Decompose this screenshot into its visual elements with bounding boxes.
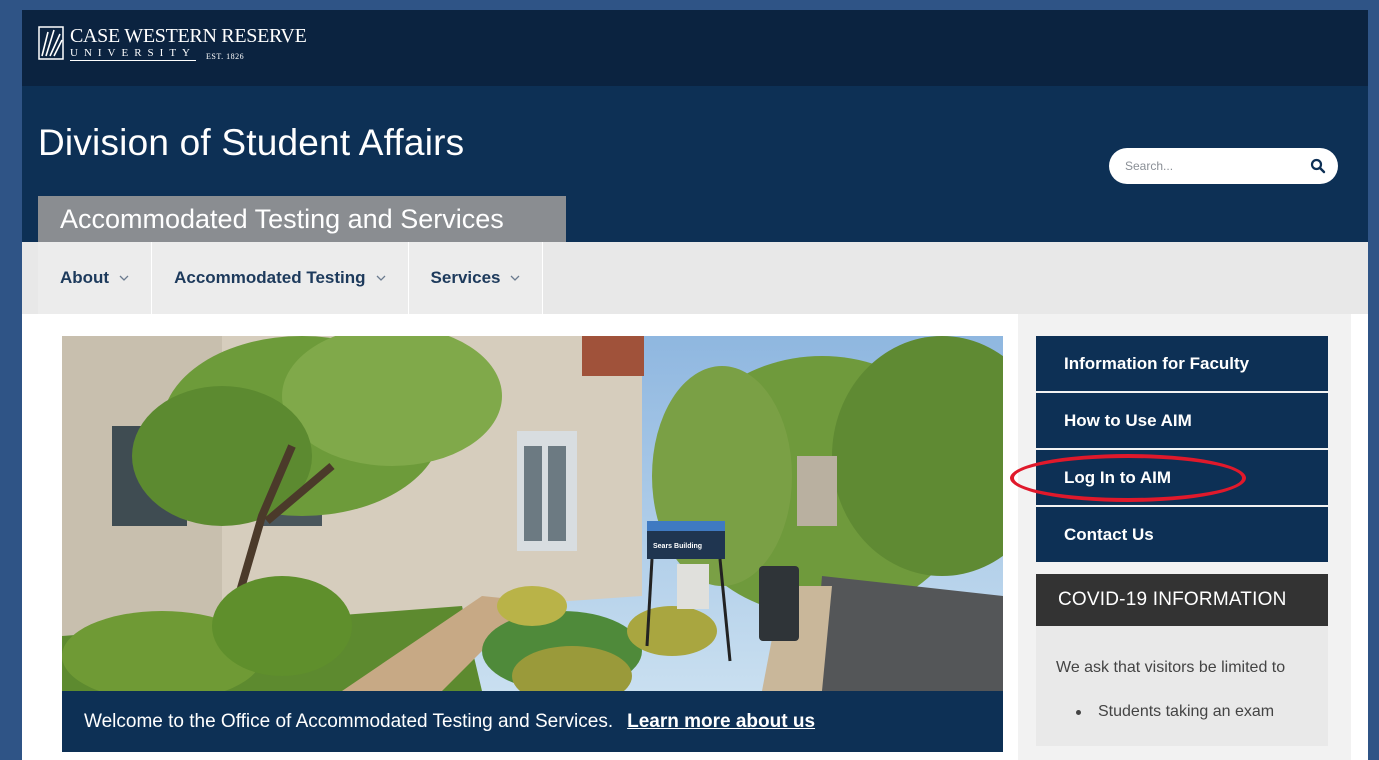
nav-item-services[interactable]: Services	[409, 242, 544, 314]
sidebar-item-label: How to Use AIM	[1064, 410, 1192, 430]
covid-list: Students taking an exam	[1056, 698, 1308, 726]
nav-item-accommodated-testing[interactable]: Accommodated Testing	[152, 242, 409, 314]
university-logo-bar: CASE WESTERN RESERVE UNIVERSITY EST. 182…	[22, 10, 1368, 86]
department-title[interactable]: Accommodated Testing and Services	[38, 196, 566, 242]
covid-info-panel: COVID-19 INFORMATION We ask that visitor…	[1036, 574, 1328, 746]
chevron-down-icon	[119, 275, 129, 281]
covid-intro: We ask that visitors be limited to	[1056, 659, 1286, 676]
search-box	[1109, 148, 1338, 184]
nav-item-label: Services	[430, 268, 501, 287]
division-title[interactable]: Division of Student Affairs	[38, 122, 464, 164]
sidebar-item-label: Information for Faculty	[1064, 353, 1250, 373]
sidebar-item-how-to-use-aim[interactable]: How to Use AIM	[1036, 393, 1328, 448]
hero-caption: Welcome to the Office of Accommodated Te…	[62, 691, 1003, 752]
sidebar: Information for Faculty How to Use AIM L…	[1010, 336, 1328, 760]
covid-heading: COVID-19 INFORMATION	[1036, 574, 1328, 626]
hero-caption-text: Welcome to the Office of Accommodated Te…	[84, 710, 614, 732]
browser-page: CASE WESTERN RESERVE UNIVERSITY EST. 182…	[22, 10, 1368, 760]
sidebar-item-contact-us[interactable]: Contact Us	[1036, 507, 1328, 562]
nav-item-label: About	[60, 268, 110, 287]
sidebar-item-log-in-to-aim[interactable]: Log In to AIM	[1010, 450, 1328, 505]
main-nav: About Accommodated Testing Services	[22, 242, 1368, 314]
sidebar-item-label: Contact Us	[1064, 524, 1154, 544]
chevron-down-icon	[511, 275, 520, 281]
cwru-logo[interactable]: CASE WESTERN RESERVE UNIVERSITY EST. 182…	[38, 26, 307, 66]
main-content: Sears Building Welcome to the Office of …	[38, 314, 1018, 760]
sidebar-item-information-for-faculty[interactable]: Information for Faculty	[1036, 336, 1328, 391]
nav-item-about[interactable]: About	[38, 242, 153, 314]
search-input[interactable]	[1125, 159, 1295, 173]
main-area: Sears Building Welcome to the Office of …	[38, 314, 1351, 760]
covid-body: We ask that visitors be limited to Stude…	[1036, 626, 1328, 746]
logo-university: UNIVERSITY	[70, 47, 196, 61]
logo-name: CASE WESTERN RESERVE	[70, 25, 307, 47]
chevron-down-icon	[376, 275, 385, 281]
building-sign-text: Sears Building	[653, 543, 702, 550]
site-header: Division of Student Affairs Accommodated…	[22, 86, 1368, 242]
cwru-shield-icon	[38, 26, 64, 60]
sidebar-item-label: Log In to AIM	[1064, 467, 1172, 487]
learn-more-link[interactable]: Learn more about us	[627, 711, 815, 733]
list-item: Students taking an exam	[1074, 698, 1308, 726]
logo-established: EST. 1826	[206, 52, 245, 61]
nav-item-label: Accommodated Testing	[174, 268, 366, 287]
search-icon[interactable]	[1310, 158, 1326, 174]
campus-building-photo: Sears Building	[62, 336, 1003, 691]
hero-banner: Sears Building Welcome to the Office of …	[62, 336, 1003, 752]
